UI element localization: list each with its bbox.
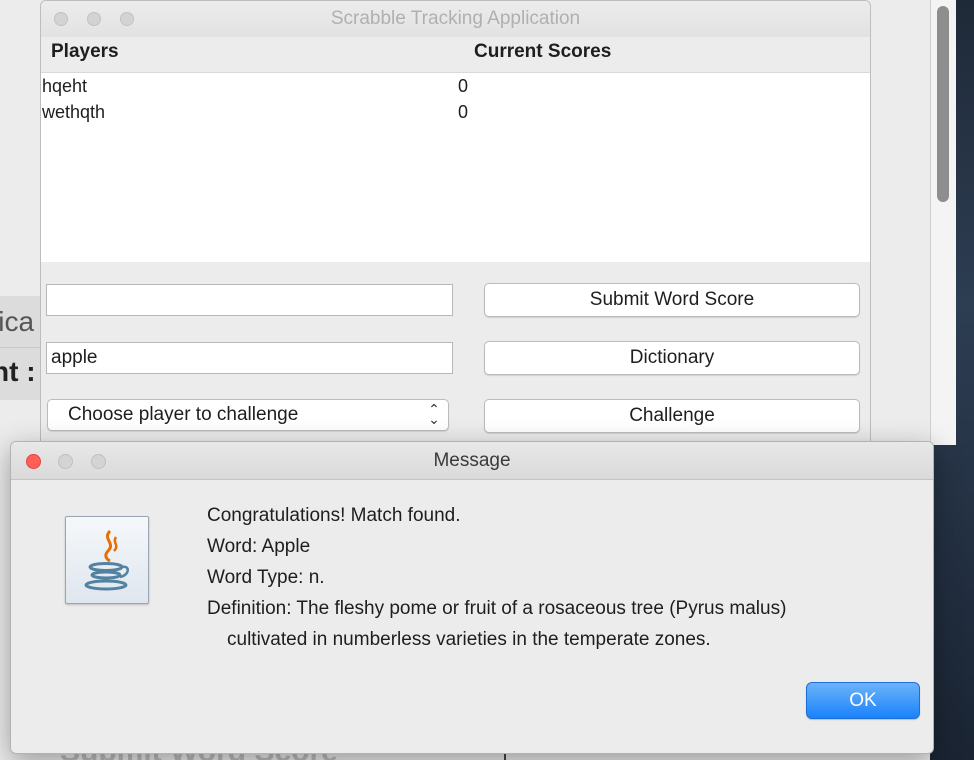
word-score-input[interactable] (46, 284, 453, 316)
scores-table-header: Players Current Scores (41, 37, 870, 73)
dictionary-button[interactable]: Dictionary (484, 341, 860, 375)
message-line: Congratulations! Match found. (207, 505, 461, 526)
dialog-minimize-button (58, 454, 73, 469)
player-name-cell: hqeht (42, 76, 88, 96)
background-fragment-text: nt : (0, 356, 36, 387)
column-header-players[interactable]: Players (51, 41, 119, 63)
scores-table: hqeht 0 wethqth 0 (41, 73, 870, 262)
message-line: Word Type: n. (207, 567, 325, 588)
scrabble-main-window: Scrabble Tracking Application Players Cu… (40, 0, 871, 450)
window-title: Scrabble Tracking Application (330, 8, 581, 29)
score-cell: 0 (458, 102, 469, 122)
dictionary-word-input[interactable] (46, 342, 453, 374)
controls-panel: Submit Word Score Dictionary Choose play… (41, 262, 870, 449)
dialog-close-button[interactable] (26, 454, 41, 469)
dialog-zoom-button (91, 454, 106, 469)
window-titlebar[interactable]: Scrabble Tracking Application (41, 1, 870, 37)
updown-chevron-icon: ⌃ ⌄ (428, 401, 440, 427)
minimize-window-button[interactable] (87, 12, 101, 26)
background-window-fragment: nt : (0, 348, 40, 400)
close-window-button[interactable] (54, 12, 68, 26)
dialog-titlebar[interactable]: Message (11, 442, 933, 480)
zoom-window-button[interactable] (120, 12, 134, 26)
column-header-current-scores[interactable]: Current Scores (474, 41, 611, 63)
table-row[interactable]: hqeht 0 (41, 73, 870, 99)
dialog-title: Message (433, 450, 511, 471)
message-line: Definition: The fleshy pome or fruit of … (207, 598, 787, 619)
challenge-select-value: Choose player to challenge (68, 404, 299, 425)
message-line: cultivated in numberless varieties in th… (227, 629, 711, 650)
dialog-message: Congratulations! Match found. Word: Appl… (207, 500, 786, 655)
challenge-button[interactable]: Challenge (484, 399, 860, 433)
table-row[interactable]: wethqth 0 (41, 99, 870, 125)
background-fragment-text: lica (0, 306, 35, 337)
challenge-player-select[interactable]: Choose player to challenge ⌃ ⌄ (47, 399, 449, 431)
player-name-cell: wethqth (42, 102, 106, 122)
background-scrollbar-thumb[interactable] (937, 6, 949, 202)
message-line: Word: Apple (207, 536, 311, 557)
submit-word-score-button[interactable]: Submit Word Score (484, 283, 860, 317)
score-cell: 0 (458, 76, 469, 96)
java-coffee-cup-icon (65, 516, 149, 604)
background-window-fragment: lica (0, 296, 40, 348)
ok-button[interactable]: OK (806, 682, 920, 719)
message-dialog: Message Congratulations! Match found. Wo… (10, 441, 934, 754)
